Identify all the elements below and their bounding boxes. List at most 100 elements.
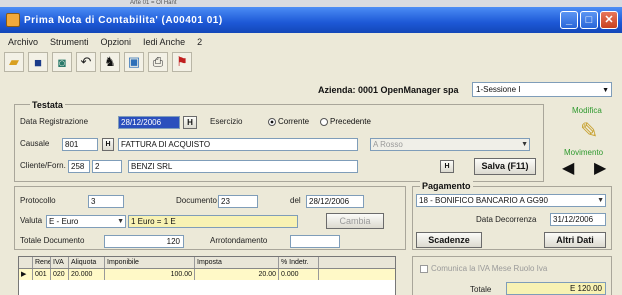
modifica-label: Modifica bbox=[572, 106, 602, 115]
grid-cell[interactable]: 100.00 bbox=[105, 269, 195, 280]
menu-archivio[interactable]: Archivo bbox=[8, 37, 38, 47]
causale-extra-value: A Rosso bbox=[373, 140, 403, 149]
arrotondamento-label: Arrotondamento bbox=[210, 236, 268, 245]
minimize-button[interactable]: _ bbox=[560, 11, 578, 29]
esercizio-label: Esercizio bbox=[210, 117, 243, 126]
pencil-edit-icon[interactable]: ✎ bbox=[580, 118, 598, 144]
causale-label: Causale bbox=[20, 139, 50, 148]
menu-strumenti[interactable]: Strumenti bbox=[50, 37, 89, 47]
save-f11-button[interactable]: Salva (F11) bbox=[474, 158, 536, 175]
totale-documento-label: Totale Documento bbox=[20, 236, 85, 245]
documento-field[interactable]: 23 bbox=[218, 195, 258, 208]
cliente-sub-field[interactable]: 2 bbox=[92, 160, 122, 173]
chevron-down-icon: ▼ bbox=[117, 218, 124, 225]
image-icon[interactable]: ▣ bbox=[124, 52, 144, 72]
radio-selected bbox=[268, 117, 276, 126]
valuta-select[interactable]: E - Euro ▼ bbox=[46, 215, 126, 228]
movimento-label: Movimento bbox=[564, 148, 604, 157]
comunica-iva-label: Comunica la IVA Mese Ruolo Iva bbox=[431, 264, 548, 273]
totale-documento-field[interactable]: 120 bbox=[104, 235, 184, 248]
grid-header-cell: IVA bbox=[51, 257, 69, 268]
data-registrazione-field[interactable]: 28/12/2006 bbox=[118, 116, 180, 129]
causale-code-field[interactable]: 801 bbox=[62, 138, 98, 151]
iva-grid[interactable]: Rene IVA Aliquota Imponibile Imposta % I… bbox=[18, 256, 396, 295]
cambio-field[interactable]: 1 Euro = 1 E bbox=[128, 215, 298, 228]
testata-title: Testata bbox=[30, 100, 65, 110]
toolbar: ▰ ■ ◙ ↶ ♞ ▣ ⎙ ⚑ bbox=[4, 51, 192, 73]
arrotondamento-field[interactable] bbox=[290, 235, 340, 248]
radio-unselected bbox=[320, 117, 328, 126]
causale-extra-select[interactable]: A Rosso ▼ bbox=[370, 138, 530, 151]
totale-documento-value: 120 bbox=[166, 237, 180, 246]
company-label: Azienda: 0001 OpenManager spa bbox=[318, 85, 459, 95]
search-binoculars-icon[interactable]: ♞ bbox=[100, 52, 120, 72]
data-registrazione-label: Data Registrazione bbox=[20, 117, 89, 126]
grid-cell[interactable]: 20.000 bbox=[69, 269, 105, 280]
exit-icon[interactable]: ⚑ bbox=[172, 52, 192, 72]
causale-description-field[interactable]: FATTURA DI ACQUISTO bbox=[118, 138, 358, 151]
row-indicator: ▶ bbox=[19, 269, 33, 280]
grid-cell[interactable]: 0.000 bbox=[279, 269, 319, 280]
documento-label: Documento bbox=[176, 196, 217, 205]
scadenze-button[interactable]: Scadenze bbox=[416, 232, 482, 248]
cambia-button[interactable]: Cambia bbox=[326, 213, 384, 229]
pagamento-value: 18 - BONIFICO BANCARIO A GG90 bbox=[419, 196, 548, 205]
cliente-lookup-button[interactable]: H bbox=[440, 160, 454, 173]
data-decorrenza-field[interactable]: 31/12/2006 bbox=[550, 213, 606, 226]
scan-icon[interactable]: ◙ bbox=[52, 52, 72, 72]
menu-help[interactable]: 2 bbox=[197, 37, 202, 47]
precedente-radio[interactable]: Precedente bbox=[320, 117, 371, 126]
grid-header-cell: Rene bbox=[35, 257, 51, 268]
grid-cell[interactable]: 001 bbox=[33, 269, 51, 280]
cliente-label: Cliente/Forn. bbox=[20, 161, 66, 170]
undo-icon[interactable]: ↶ bbox=[76, 52, 96, 72]
save-icon[interactable]: ■ bbox=[28, 52, 48, 72]
totale-value: E 120.00 bbox=[569, 284, 602, 293]
grid-header-cell: Imposta bbox=[195, 257, 279, 268]
title-bar[interactable]: Prima Nota di Contabilita' (A00401 01) _… bbox=[0, 7, 622, 33]
calendar-button[interactable]: H bbox=[183, 116, 197, 129]
app-window: Arte 01 = Ol Hant Prima Nota di Contabil… bbox=[0, 0, 622, 295]
arrow-right-icon[interactable]: ▶ bbox=[594, 158, 606, 178]
window-title: Prima Nota di Contabilita' (A00401 01) bbox=[24, 14, 223, 26]
arrow-left-icon[interactable]: ◀ bbox=[562, 158, 574, 178]
chevron-down-icon: ▼ bbox=[597, 197, 604, 204]
close-button[interactable]: ✕ bbox=[600, 11, 618, 29]
cliente-code-field[interactable]: 258 bbox=[68, 160, 90, 173]
menu-bar: Archivo Strumenti Opzioni Iedi Anche 2 bbox=[0, 34, 622, 50]
pagamento-title: Pagamento bbox=[420, 181, 473, 191]
checkbox-box bbox=[420, 264, 428, 273]
protocollo-field[interactable]: 3 bbox=[88, 195, 124, 208]
table-row[interactable]: ▶ 001 020 20.000 100.00 20.00 0.000 bbox=[19, 269, 395, 280]
altri-dati-button[interactable]: Altri Dati bbox=[544, 232, 606, 248]
totale-label: Totale bbox=[470, 285, 492, 294]
valuta-label: Valuta bbox=[20, 216, 43, 225]
grid-cell[interactable]: 20.00 bbox=[195, 269, 279, 280]
print-icon[interactable]: ⎙ bbox=[148, 52, 168, 72]
totale-field: E 120.00 bbox=[506, 282, 606, 295]
grid-header-cell: Aliquota bbox=[69, 257, 105, 268]
open-folder-icon[interactable]: ▰ bbox=[4, 52, 24, 72]
precedente-label: Precedente bbox=[330, 117, 371, 126]
causale-lookup-button[interactable]: H bbox=[102, 138, 114, 151]
data-decorrenza-label: Data Decorrenza bbox=[476, 215, 537, 224]
corrente-label: Corrente bbox=[278, 117, 310, 126]
protocollo-label: Protocollo bbox=[20, 196, 56, 205]
menu-vedi-anche[interactable]: Iedi Anche bbox=[143, 37, 185, 47]
background-text: Arte 01 = Ol Hant bbox=[130, 0, 177, 6]
grid-cell[interactable]: 020 bbox=[51, 269, 69, 280]
del-date-field[interactable]: 28/12/2006 bbox=[306, 195, 364, 208]
corrente-radio[interactable]: Corrente bbox=[268, 117, 309, 126]
grid-header-cell bbox=[19, 257, 33, 268]
maximize-button[interactable]: □ bbox=[580, 11, 598, 29]
cliente-name-field[interactable]: BENZI SRL bbox=[128, 160, 358, 173]
app-icon bbox=[6, 13, 20, 27]
session-select[interactable]: 1-Sessione I ▼ bbox=[472, 82, 612, 97]
chevron-down-icon: ▼ bbox=[521, 141, 528, 148]
comunica-iva-checkbox[interactable]: Comunica la IVA Mese Ruolo Iva bbox=[420, 264, 547, 273]
menu-opzioni[interactable]: Opzioni bbox=[101, 37, 132, 47]
grid-header: Rene IVA Aliquota Imponibile Imposta % I… bbox=[19, 257, 395, 269]
session-value: 1-Sessione I bbox=[476, 85, 521, 94]
del-label: del bbox=[290, 196, 301, 205]
pagamento-select[interactable]: 18 - BONIFICO BANCARIO A GG90 ▼ bbox=[416, 194, 606, 207]
